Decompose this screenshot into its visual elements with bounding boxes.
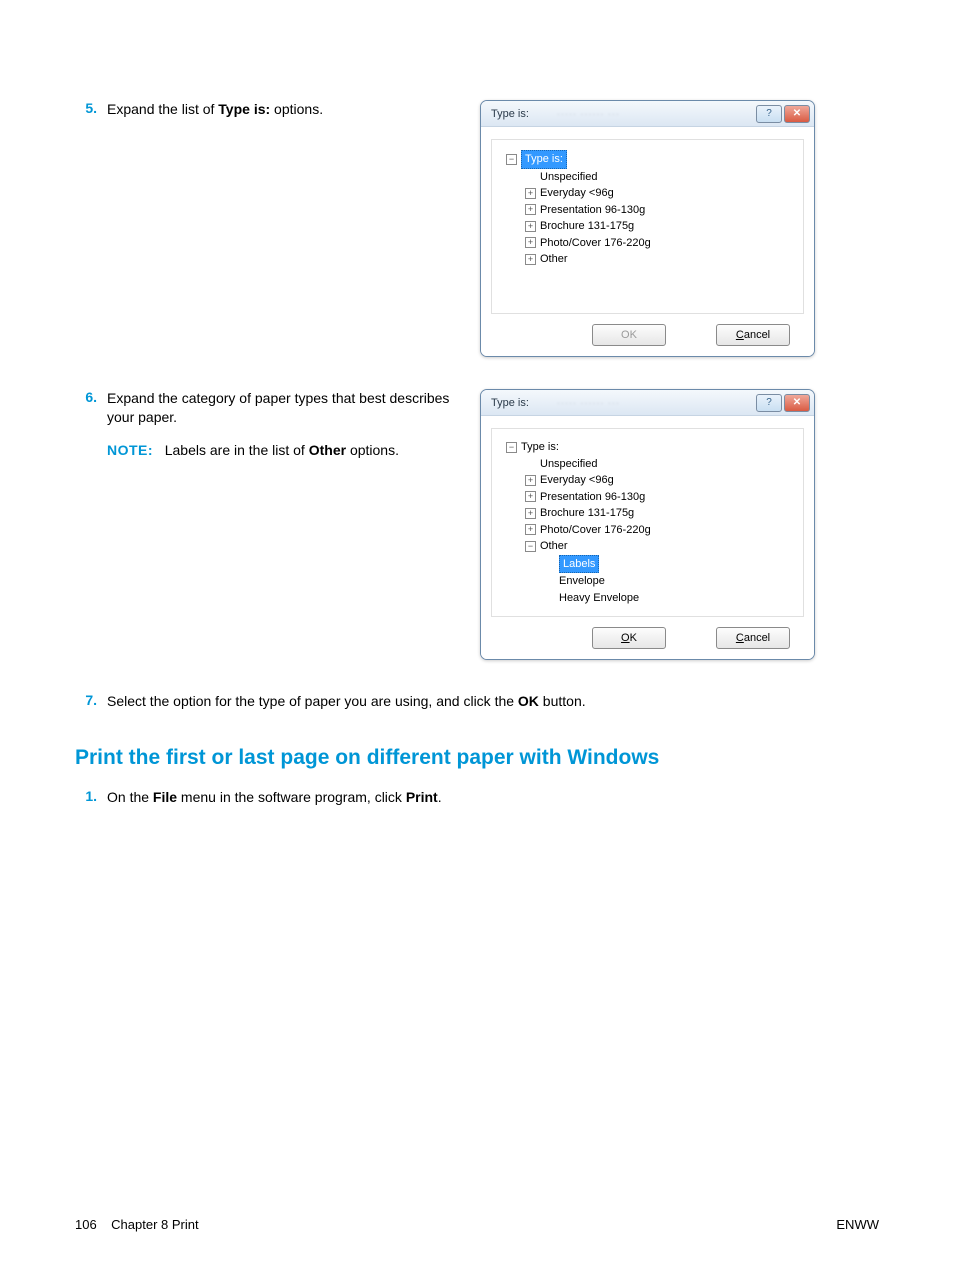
tree-root-label[interactable]: Type is:: [521, 150, 567, 169]
tree-root-label[interactable]: Type is:: [521, 439, 559, 456]
expander-plus-icon[interactable]: +: [525, 221, 536, 232]
dialog-title-blur: ····· ······ ···: [557, 109, 620, 119]
step-6-text: Expand the category of paper types that …: [107, 389, 480, 672]
tree-item[interactable]: + Photo/Cover 176-220g: [525, 522, 795, 539]
tree-item[interactable]: Labels: [544, 555, 795, 574]
tree-item[interactable]: Envelope: [544, 573, 795, 590]
expander-plus-icon[interactable]: +: [525, 254, 536, 265]
step-7-text: Select the option for the type of paper …: [107, 692, 586, 711]
dialog-title-blur: ····· ······ ···: [557, 398, 620, 408]
expander-plus-icon[interactable]: +: [525, 508, 536, 519]
tree-item[interactable]: + Brochure 131-175g: [525, 218, 795, 235]
expander-plus-icon[interactable]: +: [525, 204, 536, 215]
ok-label: OK: [621, 329, 637, 341]
tree-item-label: Envelope: [559, 573, 605, 590]
section-heading: Print the first or last page on differen…: [75, 746, 879, 770]
tree-item[interactable]: + Presentation 96-130g: [525, 202, 795, 219]
step-5-text: Expand the list of Type is: options.: [107, 100, 480, 369]
tree-item-label: Presentation 96-130g: [540, 489, 645, 506]
close-button[interactable]: ✕: [784, 394, 810, 412]
note-bold: Other: [309, 442, 346, 458]
tree-item-label: Unspecified: [540, 456, 597, 473]
expander-minus-icon[interactable]: −: [506, 442, 517, 453]
tree-view[interactable]: − Type is: Unspecified + Everyday <96g + Pre…: [491, 428, 804, 617]
tree-item-label: Presentation 96-130g: [540, 202, 645, 219]
expander-plus-icon[interactable]: +: [525, 475, 536, 486]
help-icon: ?: [766, 397, 772, 408]
step-7-pre: Select the option for the type of paper …: [107, 693, 518, 709]
tree-item[interactable]: Unspecified: [525, 169, 795, 186]
tree-item[interactable]: + Other: [525, 251, 795, 268]
note-pre: Labels are in the list of: [165, 442, 309, 458]
step-number: 5.: [75, 100, 107, 369]
help-icon: ?: [766, 108, 772, 119]
dialog-title: Type is:: [491, 397, 529, 409]
close-button[interactable]: ✕: [784, 105, 810, 123]
page-number: 106: [75, 1217, 97, 1232]
tree-item-label: Photo/Cover 176-220g: [540, 522, 651, 539]
dialog-type-is-2: Type is: ····· ······ ··· ? ✕ − Type is:: [480, 389, 815, 660]
dialog-type-is-1: Type is: ····· ······ ··· ? ✕ − Type is:: [480, 100, 815, 357]
help-button[interactable]: ?: [756, 394, 782, 412]
tree-item-label: Photo/Cover 176-220g: [540, 235, 651, 252]
tree-item-label: Heavy Envelope: [559, 590, 639, 607]
expander-minus-icon[interactable]: −: [506, 154, 517, 165]
tree-item-label: Other: [540, 251, 568, 268]
tree-item-label: Everyday <96g: [540, 185, 614, 202]
tree-root-item[interactable]: − Type is:: [506, 439, 795, 456]
help-button[interactable]: ?: [756, 105, 782, 123]
step-number: 1.: [75, 788, 107, 807]
tree-item[interactable]: + Photo/Cover 176-220g: [525, 235, 795, 252]
dialog-title-bar[interactable]: Type is: ····· ······ ··· ? ✕: [481, 101, 814, 127]
expander-minus-icon[interactable]: −: [525, 541, 536, 552]
expander-plus-icon[interactable]: +: [525, 524, 536, 535]
tree-item[interactable]: + Everyday <96g: [525, 185, 795, 202]
close-icon: ✕: [793, 108, 801, 119]
chapter-label: Chapter 8 Print: [111, 1217, 198, 1232]
step-5-bold: Type is:: [218, 101, 270, 117]
tree-item-label: Brochure 131-175g: [540, 505, 634, 522]
tree-item[interactable]: + Presentation 96-130g: [525, 489, 795, 506]
step-7-post: button.: [539, 693, 586, 709]
cancel-button[interactable]: Cancel: [716, 627, 790, 649]
expander-plus-icon[interactable]: +: [525, 237, 536, 248]
tree-item-label: Other: [540, 538, 568, 555]
dialog-title: Type is:: [491, 108, 529, 120]
close-icon: ✕: [793, 397, 801, 408]
ok-button: OK: [592, 324, 666, 346]
tree-item[interactable]: Heavy Envelope: [544, 590, 795, 607]
tree-view[interactable]: − Type is: Unspecified + Everyday <96g + Pre…: [491, 139, 804, 314]
tree-item[interactable]: −Other: [525, 538, 795, 555]
step-6-main: Expand the category of paper types that …: [107, 390, 449, 425]
tree-item[interactable]: + Everyday <96g: [525, 472, 795, 489]
step-5-post: options.: [270, 101, 323, 117]
page-footer: 106 Chapter 8 Print ENWW: [75, 1217, 879, 1232]
tree-item[interactable]: Unspecified: [525, 456, 795, 473]
step-5-pre: Expand the list of: [107, 101, 218, 117]
note-box: NOTE: Labels are in the list of Other op…: [107, 441, 480, 460]
note-label: NOTE:: [107, 442, 153, 458]
tree-item-label: Brochure 131-175g: [540, 218, 634, 235]
dialog-title-bar[interactable]: Type is: ····· ······ ··· ? ✕: [481, 390, 814, 416]
footer-right: ENWW: [836, 1217, 879, 1232]
tree-item-label: Everyday <96g: [540, 472, 614, 489]
step-number: 7.: [75, 692, 107, 711]
cancel-button[interactable]: Cancel: [716, 324, 790, 346]
expander-plus-icon[interactable]: +: [525, 491, 536, 502]
step-number: 6.: [75, 389, 107, 672]
step-7-bold: OK: [518, 693, 539, 709]
tree-item-label: Labels: [559, 555, 599, 574]
expander-plus-icon[interactable]: +: [525, 188, 536, 199]
step-1-text: On the File menu in the software program…: [107, 788, 442, 807]
tree-root-item[interactable]: − Type is:: [506, 150, 795, 169]
tree-item[interactable]: + Brochure 131-175g: [525, 505, 795, 522]
ok-button[interactable]: OK: [592, 627, 666, 649]
tree-item-label: Unspecified: [540, 169, 597, 186]
note-post: options.: [346, 442, 399, 458]
